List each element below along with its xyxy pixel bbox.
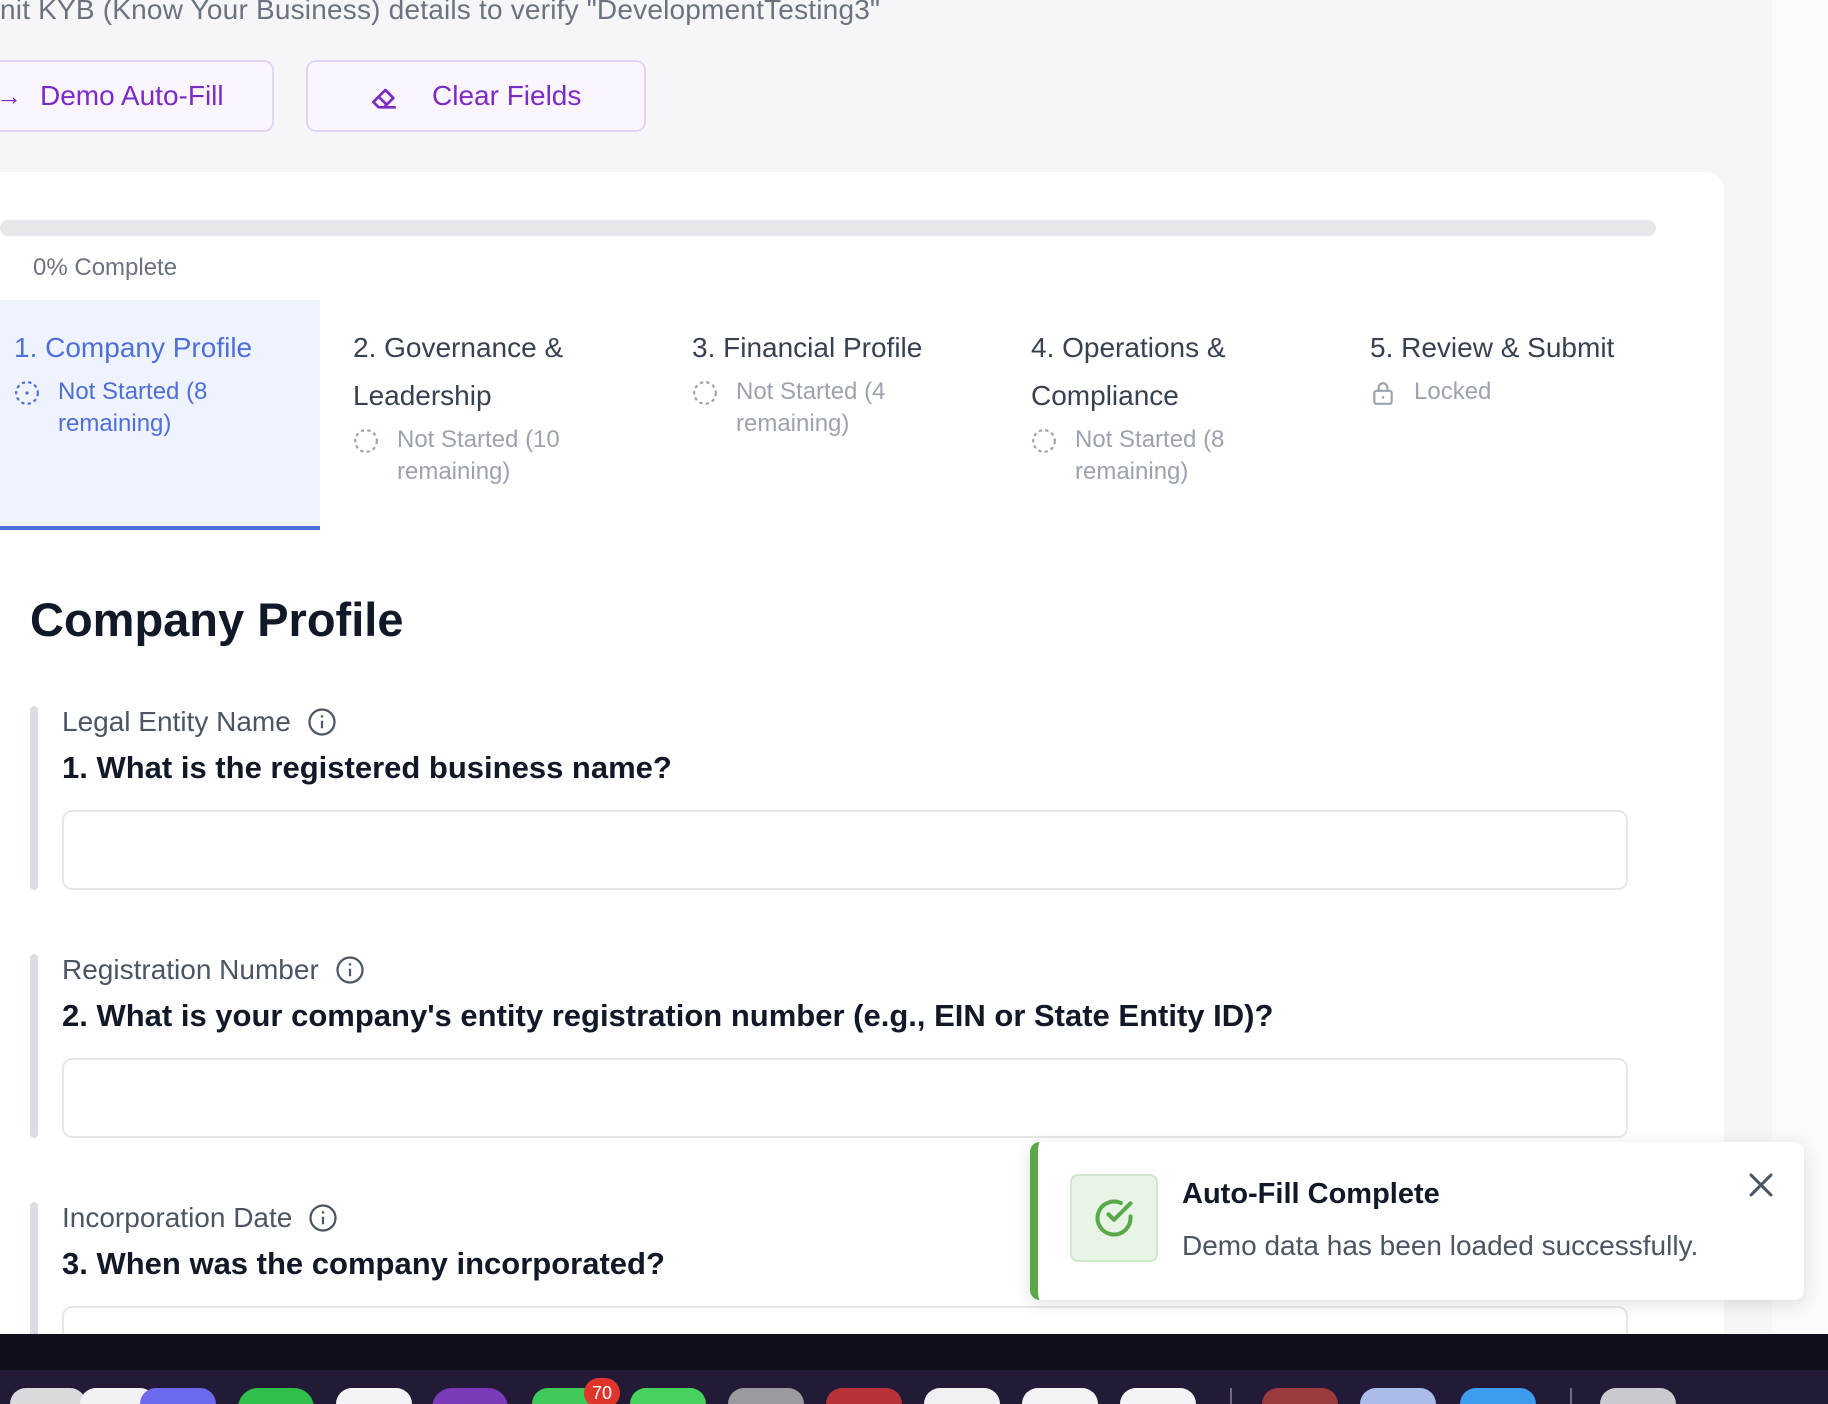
dashed-circle-icon [693, 381, 717, 405]
dock-app-icon[interactable] [1360, 1388, 1436, 1404]
step-title: 2. Governance & Leadership [353, 332, 564, 411]
info-icon[interactable] [335, 955, 365, 985]
step-title: 4. Operations & Compliance [1031, 332, 1226, 411]
notification-badge: 70 [584, 1378, 620, 1404]
question-registration-number: Registration Number 2. What is your comp… [30, 954, 1630, 1154]
dock-app-icon[interactable] [140, 1388, 216, 1404]
question-text: 1. What is the registered business name? [62, 750, 672, 785]
dock-app-icon[interactable] [1460, 1388, 1536, 1404]
eraser-icon [372, 88, 396, 109]
question-label: Registration Number [62, 954, 365, 986]
step-status-text: Not Started (10 remaining) [397, 426, 560, 485]
demo-autofill-label: Demo Auto-Fill [40, 80, 224, 111]
clear-fields-button[interactable]: Clear Fields [306, 60, 646, 132]
tab-company-profile[interactable]: 1. Company Profile Not Started (8 remain… [0, 300, 320, 530]
info-icon[interactable] [307, 707, 337, 737]
autofill-toast: Auto-Fill Complete Demo data has been lo… [1030, 1142, 1804, 1300]
step-status: Not Started (10 remaining) [353, 424, 653, 488]
step-status: Not Started (8 remaining) [1031, 424, 1331, 488]
incorporation-date-input[interactable] [62, 1306, 1628, 1334]
progress-label: 0% Complete [33, 254, 178, 281]
registration-number-input[interactable] [62, 1058, 1628, 1138]
dashed-circle-icon [15, 381, 39, 405]
step-status: Locked [1370, 376, 1670, 408]
check-circle-icon [1095, 1199, 1133, 1237]
tab-governance-leadership[interactable]: 2. Governance & Leadership Not Started (… [353, 300, 653, 530]
dock-app-icon[interactable] [630, 1388, 706, 1404]
step-status-text: Not Started (8 remaining) [1075, 426, 1225, 485]
info-icon[interactable] [308, 1203, 338, 1233]
page-subtitle: nit KYB (Know Your Business) details to … [0, 0, 881, 25]
dashed-circle-icon [1032, 429, 1056, 453]
dock-app-icon[interactable] [826, 1388, 902, 1404]
step-status-text: Locked [1414, 378, 1492, 405]
question-accent-bar [30, 954, 38, 1138]
toast-title: Auto-Fill Complete [1182, 1178, 1440, 1210]
question-legal-entity-name: Legal Entity Name 1. What is the registe… [30, 706, 1630, 906]
question-label-text: Registration Number [62, 954, 319, 985]
tab-review-submit: 5. Review & Submit Locked [1370, 300, 1670, 530]
step-status: Not Started (8 remaining) [14, 376, 320, 440]
dock-app-icon[interactable] [336, 1388, 412, 1404]
arrow-right-icon: → [0, 81, 22, 111]
dock-separator [1230, 1388, 1232, 1404]
question-label: Legal Entity Name [62, 706, 337, 738]
step-status-text: Not Started (4 remaining) [736, 378, 886, 437]
dock-app-icon[interactable] [1120, 1388, 1196, 1404]
tab-financial-profile[interactable]: 3. Financial Profile Not Started (4 rema… [692, 300, 992, 530]
dock-separator [1570, 1388, 1572, 1404]
question-accent-bar [30, 1202, 38, 1334]
step-status: Not Started (4 remaining) [692, 376, 992, 440]
window-edge [1772, 0, 1828, 1334]
step-title: 1. Company Profile [14, 332, 253, 363]
tab-operations-compliance[interactable]: 4. Operations & Compliance Not Started (… [1031, 300, 1331, 530]
dock-app-icon[interactable] [924, 1388, 1000, 1404]
step-tabs: 1. Company Profile Not Started (8 remain… [0, 300, 1680, 530]
question-label-text: Legal Entity Name [62, 706, 291, 737]
dock-app-icon[interactable] [728, 1388, 804, 1404]
question-accent-bar [30, 706, 38, 890]
dock-app-icon[interactable] [238, 1388, 314, 1404]
dock-app-icon[interactable] [1262, 1388, 1338, 1404]
dock-app-icon[interactable] [10, 1388, 86, 1404]
demo-autofill-button[interactable]: → Demo Auto-Fill [0, 60, 274, 132]
progress-bar [0, 220, 1656, 236]
legal-entity-name-input[interactable] [62, 810, 1628, 890]
dock-app-icon[interactable] [1022, 1388, 1098, 1404]
step-title: 5. Review & Submit [1370, 332, 1615, 363]
toast-icon-box [1070, 1174, 1158, 1262]
close-icon[interactable] [1744, 1168, 1778, 1202]
section-title: Company Profile [30, 593, 404, 646]
question-label: Incorporation Date [62, 1202, 338, 1234]
toast-message: Demo data has been loaded successfully. [1182, 1230, 1699, 1261]
trash-icon[interactable] [1600, 1388, 1676, 1404]
dock-app-icon[interactable] [432, 1388, 508, 1404]
clear-fields-label: Clear Fields [432, 80, 582, 111]
question-text: 3. When was the company incorporated? [62, 1246, 665, 1281]
step-status-text: Not Started (8 remaining) [58, 378, 208, 437]
dashed-circle-icon [354, 429, 378, 453]
kyb-form-page: nit KYB (Know Your Business) details to … [0, 0, 1828, 1334]
lock-icon [1373, 382, 1393, 405]
question-label-text: Incorporation Date [62, 1202, 293, 1233]
step-title: 3. Financial Profile [692, 332, 923, 363]
question-text: 2. What is your company's entity registr… [62, 998, 1274, 1033]
